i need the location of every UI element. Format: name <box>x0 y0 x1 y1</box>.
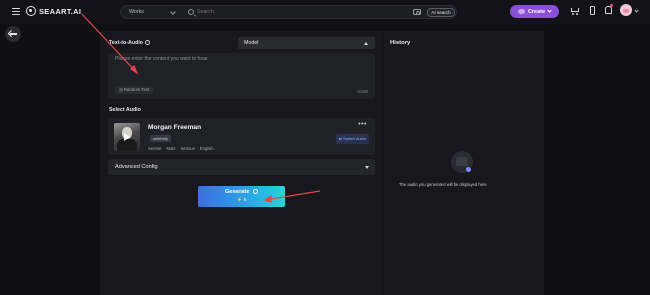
history-title: History <box>390 40 411 46</box>
create-icon <box>517 9 525 14</box>
chevron-down-icon <box>547 8 552 13</box>
tts-section-title: Text-to-Audio <box>109 40 151 46</box>
search-bar[interactable]: Works AI search <box>120 5 457 19</box>
create-button[interactable]: Create <box>510 5 559 18</box>
logo[interactable]: SEAART.AI <box>26 6 81 16</box>
logo-mark-icon <box>26 6 36 16</box>
notification-badge <box>610 4 613 7</box>
generate-button[interactable]: Generate ⚡ 6 <box>198 186 285 207</box>
tts-title-text: Text-to-Audio <box>109 40 144 46</box>
avatar-chevron-icon[interactable] <box>634 8 639 13</box>
ai-search-button[interactable]: AI search <box>427 7 455 17</box>
avatar[interactable] <box>620 4 632 16</box>
info-icon <box>252 189 258 195</box>
search-icon <box>188 9 194 15</box>
logo-text: SEAART.AI <box>39 6 82 16</box>
chevron-down-icon[interactable] <box>170 9 176 15</box>
generate-label: Generate <box>198 189 285 195</box>
voice-attribute: English <box>199 146 214 151</box>
voice-avatar-image[interactable] <box>114 123 140 151</box>
generate-cost: ⚡ 6 <box>236 197 247 202</box>
search-category-select[interactable]: Works <box>129 9 144 15</box>
voice-name: Morgan Freeman <box>148 124 202 131</box>
more-options-icon[interactable]: ••• <box>358 121 367 128</box>
select-audio-title: Select Audio <box>109 107 141 113</box>
arrow-left-icon <box>9 33 17 35</box>
advanced-config-toggle[interactable]: Advanced Config <box>108 159 375 175</box>
model-select-label: Model <box>244 40 259 46</box>
play-icon[interactable] <box>124 133 130 141</box>
mobile-app-icon[interactable] <box>590 6 595 15</box>
back-button[interactable] <box>5 26 21 42</box>
cart-icon[interactable] <box>570 6 580 16</box>
chevron-up-icon <box>364 42 368 45</box>
search-input[interactable] <box>197 8 447 15</box>
voice-card[interactable]: Morgan Freeman celebrity Serene Male Ser… <box>108 118 375 155</box>
create-label: Create <box>527 8 546 15</box>
chevron-down-icon <box>365 166 369 169</box>
voice-attribute: Serious <box>180 146 195 151</box>
text-input-placeholder[interactable]: Please enter the content you want to hea… <box>115 56 209 62</box>
char-count: 0/180 <box>357 89 368 94</box>
hamburger-menu-icon[interactable] <box>12 8 20 16</box>
bell-icon[interactable] <box>605 6 612 14</box>
voice-attribute: Serene <box>148 146 162 151</box>
image-search-icon[interactable] <box>413 9 421 15</box>
info-icon[interactable] <box>145 40 151 46</box>
random-text-button[interactable]: ◎ Random Text <box>115 86 154 94</box>
model-select[interactable]: Model <box>238 37 375 49</box>
switch-audio-button[interactable]: ⇄ Switch Audio <box>335 134 369 144</box>
switch-audio-label: Switch Audio <box>343 136 366 141</box>
voice-tag: celebrity <box>150 135 171 142</box>
history-empty-text: The audio you generated will be displaye… <box>399 182 487 187</box>
random-text-label: Random Text <box>123 87 150 92</box>
advanced-config-label: Advanced Config <box>115 164 158 170</box>
voice-attributes: Serene Male Serious English <box>148 146 214 151</box>
top-bar: SEAART.AI Works AI search Create <box>0 0 650 24</box>
voice-attribute: Male <box>166 146 176 151</box>
empty-history-illustration-icon <box>451 151 473 173</box>
text-input-area[interactable]: Please enter the content you want to hea… <box>108 53 375 99</box>
